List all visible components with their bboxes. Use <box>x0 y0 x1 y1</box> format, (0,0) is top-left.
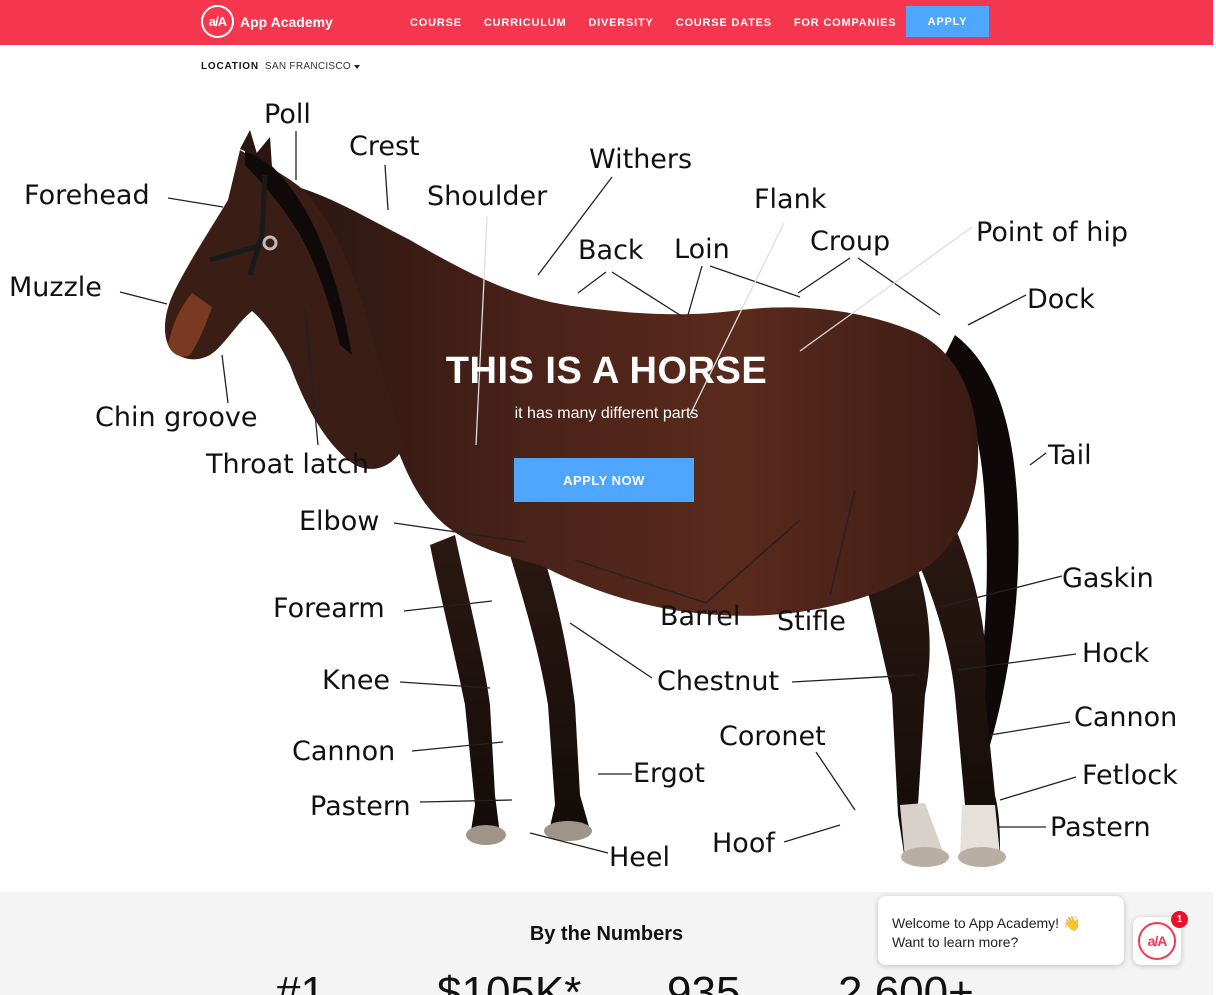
app-academy-logo-icon: a/A <box>201 5 234 38</box>
label-throat-latch: Throat latch <box>205 449 369 480</box>
label-shoulder: Shoulder <box>427 181 548 212</box>
chat-welcome-bubble[interactable]: Welcome to App Academy! 👋 Want to learn … <box>878 896 1124 965</box>
label-pastern-front: Pastern <box>310 791 411 822</box>
stat-rank: #1 <box>276 968 325 995</box>
chat-message-line-2: Want to learn more? <box>892 934 1019 950</box>
label-pastern-hind: Pastern <box>1050 812 1151 843</box>
label-fetlock: Fetlock <box>1082 760 1178 791</box>
unread-badge: 1 <box>1171 911 1188 928</box>
nav-link-for-companies[interactable]: FOR COMPANIES <box>783 17 907 29</box>
label-forearm: Forearm <box>273 593 385 624</box>
label-barrel: Barrel <box>660 601 740 632</box>
label-loin: Loin <box>674 234 730 265</box>
label-ergot: Ergot <box>633 758 705 789</box>
apply-button[interactable]: APPLY <box>906 6 989 37</box>
label-hock: Hock <box>1082 638 1150 669</box>
label-knee: Knee <box>322 665 390 696</box>
label-chestnut: Chestnut <box>657 666 779 697</box>
label-crest: Crest <box>349 131 420 162</box>
hero-section: Poll Crest Withers Shoulder Forehead Fla… <box>0 45 1213 892</box>
label-forehead: Forehead <box>24 180 150 211</box>
label-cannon-hind: Cannon <box>1074 702 1177 733</box>
label-gaskin: Gaskin <box>1062 563 1154 594</box>
label-muzzle: Muzzle <box>9 272 102 303</box>
nav-link-diversity[interactable]: DIVERSITY <box>577 17 664 29</box>
label-point-of-hip: Point of hip <box>976 217 1128 248</box>
stat-graduates: 2,600+ <box>838 968 974 995</box>
label-hoof: Hoof <box>712 828 776 859</box>
app-academy-chat-icon: a/A <box>1138 922 1176 960</box>
label-coronet: Coronet <box>719 721 826 752</box>
hero-subtitle: it has many different parts <box>514 405 699 422</box>
label-dock: Dock <box>1027 284 1095 315</box>
label-stifle: Stifle <box>777 606 846 637</box>
top-nav: a/A App Academy COURSE CURRICULUM DIVERS… <box>0 0 1213 45</box>
stat-salary: $105K* <box>437 968 582 995</box>
label-back: Back <box>578 235 644 266</box>
apply-now-button[interactable]: APPLY NOW <box>514 458 694 502</box>
label-flank: Flank <box>754 184 827 215</box>
label-heel: Heel <box>609 842 670 873</box>
label-croup: Croup <box>810 226 890 257</box>
nav-link-course[interactable]: COURSE <box>399 17 473 29</box>
label-poll: Poll <box>264 99 311 130</box>
label-elbow: Elbow <box>299 506 379 537</box>
nav-link-course-dates[interactable]: COURSE DATES <box>665 17 783 29</box>
stat-count: 935 <box>667 968 741 995</box>
brand-name: App Academy <box>240 13 333 30</box>
label-tail: Tail <box>1047 440 1092 471</box>
nav-link-curriculum[interactable]: CURRICULUM <box>473 17 578 29</box>
chat-message-line-1: Welcome to App Academy! 👋 <box>892 915 1081 931</box>
hero-title: THIS IS A HORSE <box>445 350 768 392</box>
label-withers: Withers <box>589 144 692 175</box>
nav-links: COURSE CURRICULUM DIVERSITY COURSE DATES… <box>399 0 907 45</box>
label-cannon-front: Cannon <box>292 736 395 767</box>
brand-logo-link[interactable]: a/A App Academy <box>201 5 333 38</box>
